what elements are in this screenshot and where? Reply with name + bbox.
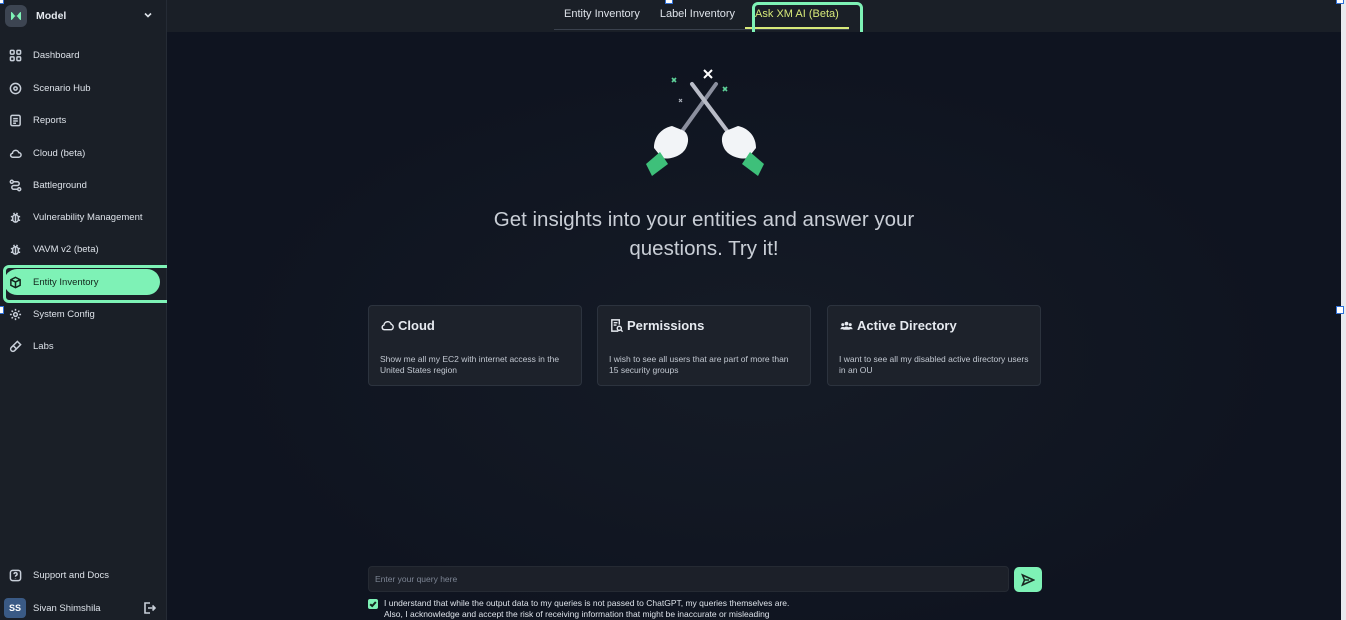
bug-icon <box>8 242 22 256</box>
consent-row: I understand that while the output data … <box>368 598 789 620</box>
users-icon <box>840 321 853 330</box>
grid-icon <box>8 48 22 62</box>
consent-text: I understand that while the output data … <box>384 598 790 619</box>
selection-handle <box>1336 0 1344 4</box>
sidebar-item-reports[interactable]: Reports <box>4 107 160 133</box>
support-and-docs-link[interactable]: Support and Docs <box>4 562 160 588</box>
sidebar-item-dashboard[interactable]: Dashboard <box>4 42 160 68</box>
flask-icon <box>8 339 22 353</box>
sidebar-item-label: Vulnerability Management <box>33 211 143 223</box>
ai-hands-illustration-icon <box>646 69 764 176</box>
sidebar-item-label: Battleground <box>33 179 87 191</box>
document-icon <box>8 113 22 127</box>
consent-checkbox[interactable] <box>368 599 378 609</box>
route-icon <box>8 178 22 192</box>
sidebar-item-system-config[interactable]: System Config <box>4 301 160 327</box>
workspace-switcher[interactable]: Model <box>0 0 167 32</box>
selection-handle <box>1336 306 1344 314</box>
send-button[interactable] <box>1014 567 1042 592</box>
send-icon <box>1021 572 1035 587</box>
user-name: Sivan Shimshila <box>33 602 101 614</box>
bug-icon <box>8 210 22 224</box>
tab-bar: Entity Inventory Label Inventory Ask XM … <box>554 0 849 30</box>
sidebar-item-scenario-hub[interactable]: Scenario Hub <box>4 75 160 101</box>
workspace-logo-icon <box>5 5 27 27</box>
help-icon <box>8 568 22 582</box>
sidebar-item-label: VAVM v2 (beta) <box>33 243 99 255</box>
user-profile[interactable]: SS Sivan Shimshila <box>4 597 160 619</box>
cloud-icon <box>381 321 394 331</box>
sidebar-item-label: System Config <box>33 308 95 320</box>
card-description: I want to see all my disabled active dir… <box>839 354 1029 375</box>
top-bar: Entity Inventory Label Inventory Ask XM … <box>167 0 1341 32</box>
suggestion-card-active-directory[interactable]: Active Directory I want to see all my di… <box>827 305 1041 386</box>
sidebar-item-label: Entity Inventory <box>33 276 99 288</box>
sidebar-item-labs[interactable]: Labs <box>4 333 160 359</box>
sidebar-item-label: Labs <box>33 340 54 352</box>
selection-handle <box>0 0 4 4</box>
gear-icon <box>8 307 22 321</box>
check-icon <box>369 601 377 608</box>
selection-handle <box>0 306 4 314</box>
card-description: I wish to see all users that are part of… <box>609 354 789 375</box>
card-title: Permissions <box>627 318 705 333</box>
sidebar-item-vavm-v2[interactable]: VAVM v2 (beta) <box>4 236 160 262</box>
sidebar-item-label: Scenario Hub <box>33 82 91 94</box>
suggestion-card-permissions[interactable]: Permissions I wish to see all users that… <box>597 305 811 386</box>
sidebar-item-label: Dashboard <box>33 49 80 61</box>
tab-entity-inventory[interactable]: Entity Inventory <box>554 0 650 29</box>
sidebar-item-entity-inventory[interactable]: Entity Inventory <box>4 269 160 295</box>
search-document-icon <box>611 319 624 333</box>
suggestion-card-cloud[interactable]: Cloud Show me all my EC2 with internet a… <box>368 305 582 386</box>
tab-ask-xm-ai[interactable]: Ask XM AI (Beta) <box>745 0 849 29</box>
cube-icon <box>8 275 22 289</box>
sidebar-item-cloud[interactable]: Cloud (beta) <box>4 140 160 166</box>
workspace-name: Model <box>36 10 67 22</box>
tab-label-inventory[interactable]: Label Inventory <box>650 0 745 29</box>
sidebar-item-vulnerability-management[interactable]: Vulnerability Management <box>4 204 160 230</box>
page-headline: Get insights into your entities and answ… <box>493 208 915 260</box>
selection-handle <box>665 0 673 4</box>
sidebar-item-label: Reports <box>33 114 67 126</box>
cloud-icon <box>8 146 22 160</box>
card-title: Active Directory <box>857 318 957 333</box>
avatar: SS <box>4 598 26 618</box>
card-description: Show me all my EC2 with internet access … <box>380 354 560 375</box>
sidebar: Model Dashboard Scenario Hub Reports Clo… <box>0 0 167 620</box>
query-input[interactable] <box>368 566 1009 592</box>
sidebar-item-label: Cloud (beta) <box>33 147 86 159</box>
target-icon <box>8 81 22 95</box>
logout-icon[interactable] <box>142 601 157 615</box>
support-label: Support and Docs <box>33 569 110 581</box>
chevron-down-icon[interactable] <box>142 9 154 21</box>
card-title: Cloud <box>398 318 435 333</box>
sidebar-item-battleground[interactable]: Battleground <box>4 172 160 198</box>
